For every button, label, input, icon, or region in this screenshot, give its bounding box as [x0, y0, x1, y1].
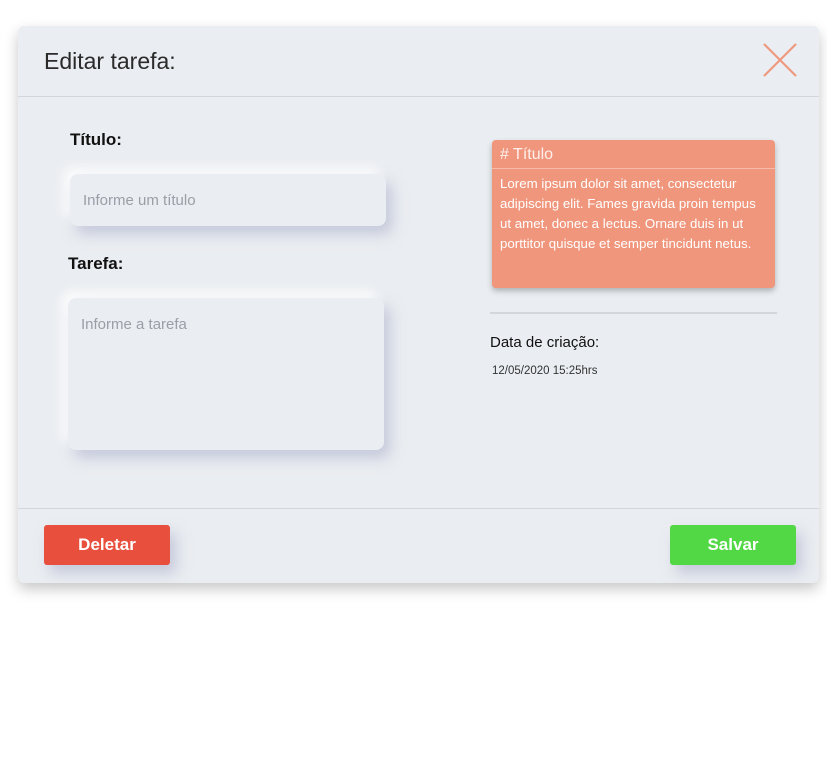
task-textarea[interactable]: [68, 298, 384, 450]
meta-divider: [490, 312, 777, 314]
modal-title: Editar tarefa:: [44, 48, 176, 74]
preview-divider: [492, 168, 775, 169]
close-icon[interactable]: [762, 42, 798, 78]
modal-footer-divider: [18, 508, 819, 509]
preview-body: Lorem ipsum dolor sit amet, consectetur …: [500, 176, 756, 251]
delete-button[interactable]: Deletar: [44, 525, 170, 565]
edit-task-modal: Editar tarefa: Título: Tarefa: # Título …: [18, 26, 819, 583]
task-label: Tarefa:: [68, 254, 124, 273]
save-button[interactable]: Salvar: [670, 525, 796, 565]
title-label: Título:: [70, 130, 122, 149]
preview-title: # Título: [500, 146, 554, 163]
title-input[interactable]: [70, 174, 386, 226]
created-date-label: Data de criação:: [490, 334, 600, 351]
created-date-value: 12/05/2020 15:25hrs: [492, 365, 598, 377]
modal-header: Editar tarefa:: [18, 26, 819, 97]
task-preview-card: # Título Lorem ipsum dolor sit amet, con…: [492, 140, 775, 288]
